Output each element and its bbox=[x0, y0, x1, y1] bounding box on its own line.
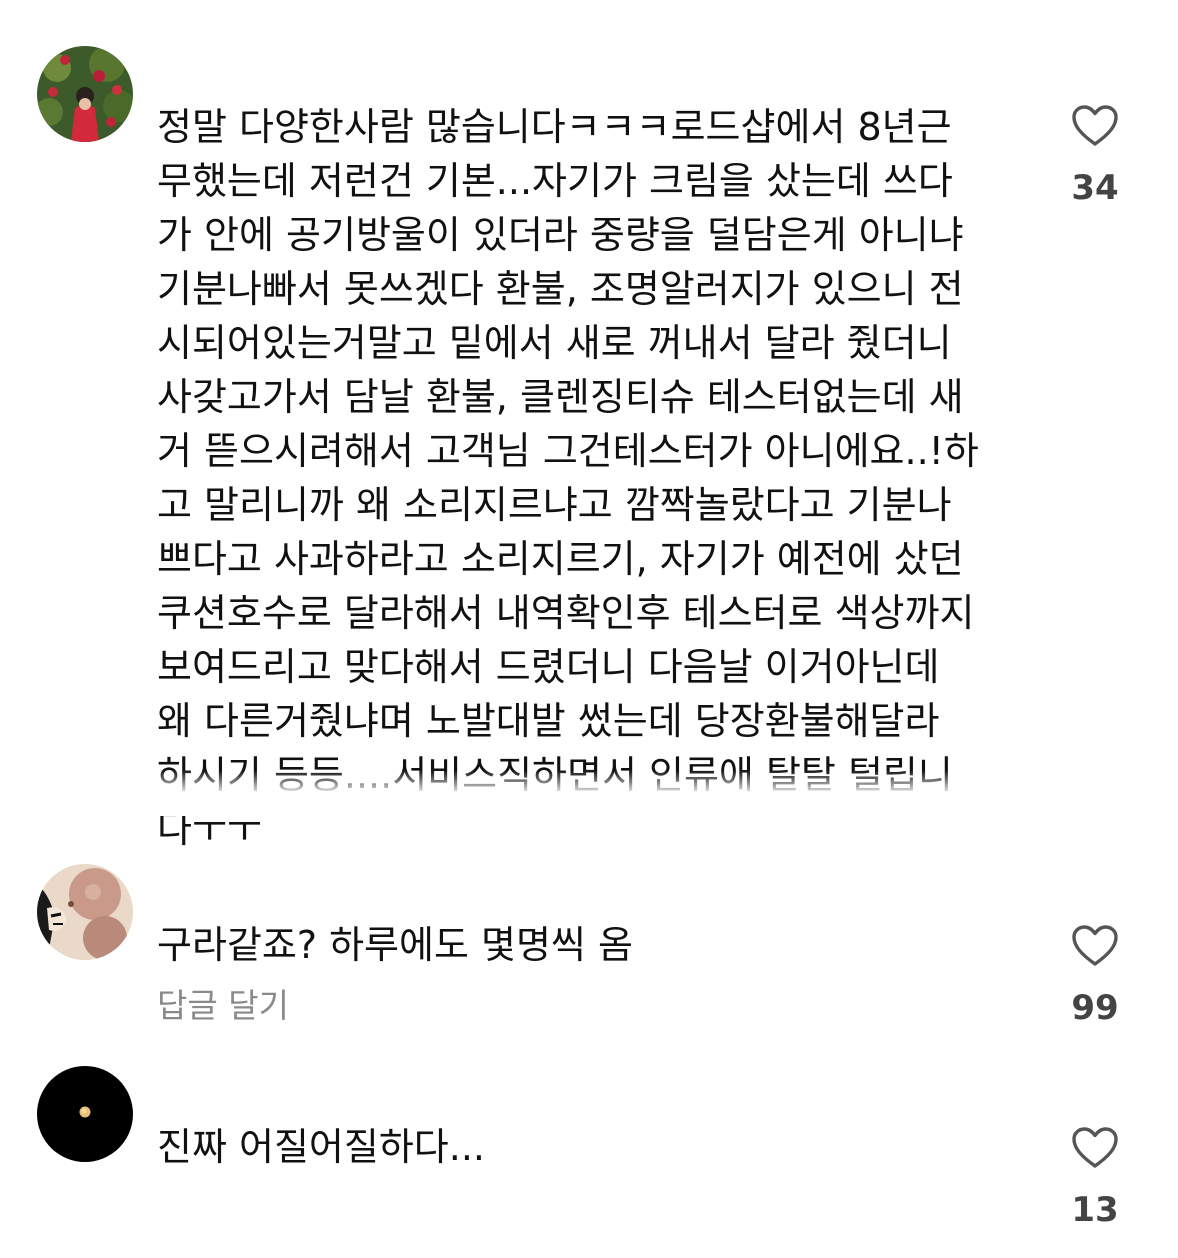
comment-body: 진짜 어질어질하다... bbox=[157, 1120, 1017, 1174]
reply-button[interactable]: 답글 달기 bbox=[157, 986, 289, 1026]
heart-outline-icon[interactable] bbox=[1071, 924, 1119, 968]
like-count: 34 bbox=[1071, 168, 1119, 208]
comment-body: 구라같죠? 하루에도 몇명씩 옴 bbox=[157, 918, 1017, 972]
comment-line: 진짜 어질어질하다... bbox=[157, 1125, 485, 1169]
comment-item: 정말 다양한사람 많습니다ㅋㅋㅋ로드샵에서 8년근 무했는데 저런건 기본...… bbox=[0, 0, 1178, 851]
comment-line: 사갖고가서 담날 환불, 클렌징티슈 테스터없는데 새 bbox=[157, 375, 964, 419]
comment-line: 시되어있는거말고 밑에서 새로 꺼내서 달라 줬더니 bbox=[157, 321, 952, 365]
like-control: 99 bbox=[1052, 924, 1138, 1028]
comment-item: 구라같죠? 하루에도 몇명씩 옴 답글 달기 99 bbox=[0, 860, 1178, 1060]
comment-line: 보여드리고 맞다해서 드렸더니 다음날 이거아닌데 bbox=[157, 645, 940, 689]
like-count: 99 bbox=[1071, 988, 1119, 1028]
comment-line: 쿠션호수로 달라해서 내역확인후 테스터로 색상까지 bbox=[157, 591, 975, 635]
comment-line: 정말 다양한사람 많습니다ㅋㅋㅋ로드샵에서 8년근 bbox=[157, 105, 952, 149]
user-avatar[interactable] bbox=[37, 1066, 133, 1162]
heart-outline-icon[interactable] bbox=[1071, 1126, 1119, 1170]
like-control: 13 bbox=[1052, 1126, 1138, 1230]
comment-line: 무했는데 저런건 기본...자기가 크림을 샀는데 쓰다 bbox=[157, 159, 953, 203]
user-avatar[interactable] bbox=[37, 46, 133, 142]
comment-line: 고 말리니까 왜 소리지르냐고 깜짝놀랐다고 기분나 bbox=[157, 483, 952, 527]
like-control: 34 bbox=[1052, 104, 1138, 208]
text-fade-overlay bbox=[150, 770, 1030, 816]
comment-line: 쁘다고 사과하라고 소리지르기, 자기가 예전에 샀던 bbox=[157, 537, 964, 581]
comment-item: 진짜 어질어질하다... 13 bbox=[0, 1062, 1178, 1258]
comment-line: 가 안에 공기방울이 있더라 중량을 덜담은게 아니냐 bbox=[157, 213, 964, 257]
comment-line: 왜 다른거줬냐며 노발대발 썼는데 당장환불해달라 bbox=[157, 699, 940, 743]
comment-line: 구라같죠? 하루에도 몇명씩 옴 bbox=[157, 923, 633, 967]
moon-avatar-icon bbox=[37, 1066, 133, 1162]
user-avatar[interactable] bbox=[37, 864, 133, 960]
avatar-photo-icon bbox=[37, 46, 133, 142]
comment-line: 기분나빠서 못쓰겠다 환불, 조명알러지가 있으니 전 bbox=[157, 267, 964, 311]
cartoon-character-avatar-icon bbox=[37, 864, 133, 960]
like-count: 13 bbox=[1071, 1190, 1119, 1230]
heart-outline-icon[interactable] bbox=[1071, 104, 1119, 148]
comment-line: 거 뜯으시려해서 고객님 그건테스터가 아니에요..!하 bbox=[157, 429, 979, 473]
comment-body: 정말 다양한사람 많습니다ㅋㅋㅋ로드샵에서 8년근 무했는데 저런건 기본...… bbox=[157, 100, 1017, 856]
